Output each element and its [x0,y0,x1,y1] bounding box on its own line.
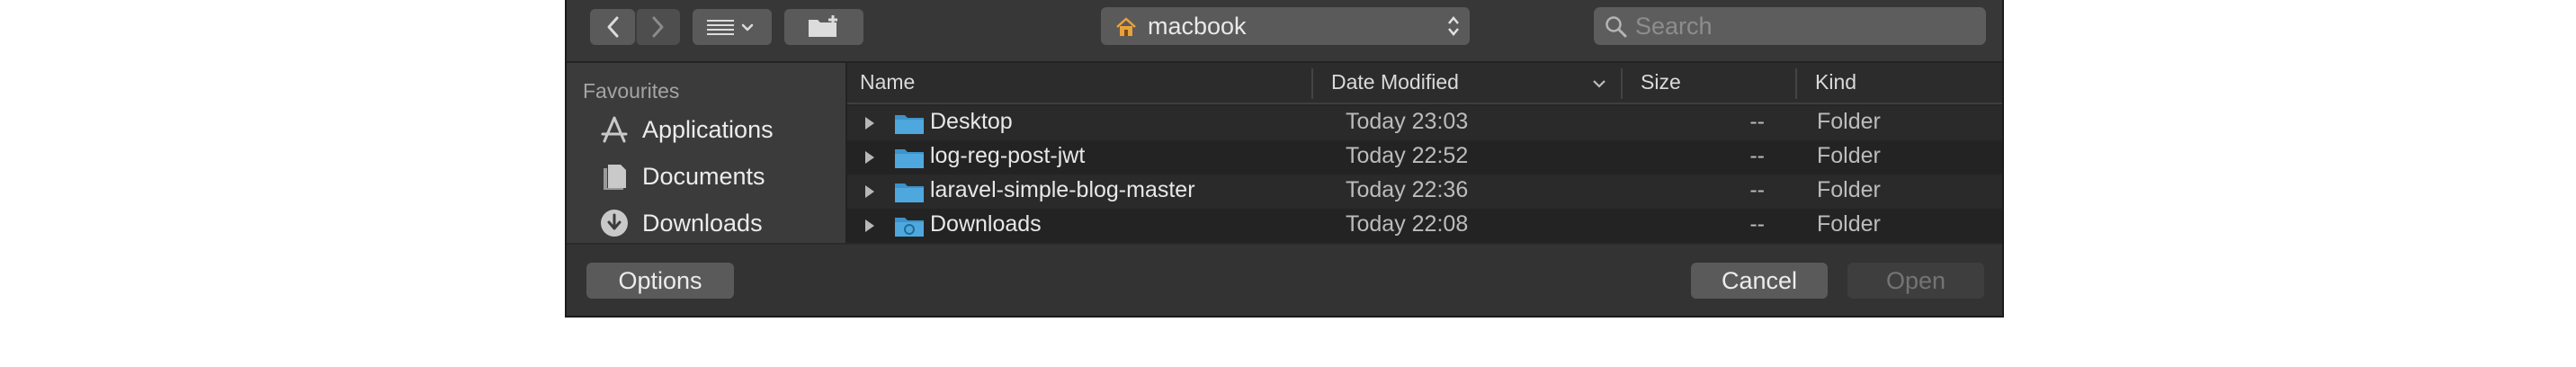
home-icon [1115,16,1137,42]
applications-icon [597,113,631,146]
search-icon [1605,15,1628,43]
folder-icon [894,112,925,139]
folder-icon [894,146,925,174]
view-options-button[interactable] [693,9,772,45]
file-list: Name Date Modified Size Kind Desktop Tod… [847,63,2002,243]
sidebar-item-downloads[interactable]: Downloads [597,205,763,241]
file-size: -- [1749,109,1765,134]
file-kind: Folder [1817,109,1881,134]
disclosure-triangle-icon[interactable] [863,184,876,204]
file-name: Desktop [930,109,1013,134]
list-view-icon [705,17,759,37]
open-button[interactable]: Open [1847,263,1984,299]
disclosure-triangle-icon[interactable] [863,149,876,170]
forward-button[interactable] [635,9,680,45]
sidebar-item-label: Documents [642,162,765,190]
sidebar-heading: Favourites [583,79,680,103]
back-button[interactable] [590,9,635,45]
file-name: log-reg-post-jwt [930,143,1086,168]
search-input[interactable] [1635,9,1977,43]
file-kind: Folder [1817,143,1881,168]
column-header-name[interactable]: Name [860,70,915,97]
documents-icon [597,160,631,192]
file-size: -- [1749,211,1765,237]
chevron-left-icon [605,15,620,39]
chevron-updown-icon [1446,14,1461,42]
file-date: Today 22:52 [1346,143,1469,168]
file-kind: Folder [1817,211,1881,237]
sidebar-item-documents[interactable]: Documents [597,158,765,194]
table-row[interactable]: laravel-simple-blog-master Today 22:36 -… [847,175,2002,209]
column-divider [1621,68,1623,99]
file-date: Today 22:08 [1346,211,1469,237]
toolbar: macbook [567,0,2002,63]
column-divider [1795,68,1797,99]
open-file-dialog: macbook Favourites [565,0,2004,318]
location-popup[interactable]: macbook [1101,7,1470,45]
new-folder-button[interactable] [784,9,863,45]
downloads-icon [597,207,631,239]
file-name: laravel-simple-blog-master [930,177,1195,202]
column-divider [1311,68,1313,99]
dialog-footer: Options Cancel Open [567,243,2002,316]
column-header-size[interactable]: Size [1641,70,1681,97]
search-field[interactable] [1594,7,1986,45]
table-row[interactable]: log-reg-post-jwt Today 22:52 -- Folder [847,140,2002,175]
sort-chevron-down-icon [1592,77,1606,94]
column-header-kind[interactable]: Kind [1815,70,1856,97]
table-row[interactable]: Desktop Today 23:03 -- Folder [847,106,2002,140]
file-name: Downloads [930,211,1042,237]
sidebar-item-label: Applications [642,115,774,143]
file-date: Today 22:36 [1346,177,1469,202]
downloads-folder-icon [894,214,925,242]
table-row[interactable]: Downloads Today 22:08 -- Folder [847,209,2002,243]
column-header-date[interactable]: Date Modified [1331,70,1459,97]
new-folder-icon [806,14,842,40]
sidebar: Favourites Applications Documents Downlo… [567,63,847,243]
file-kind: Folder [1817,177,1881,202]
disclosure-triangle-icon[interactable] [863,218,876,238]
folder-icon [894,180,925,208]
options-button[interactable]: Options [586,263,734,299]
disclosure-triangle-icon[interactable] [863,115,876,136]
file-date: Today 23:03 [1346,109,1469,134]
cancel-button[interactable]: Cancel [1691,263,1828,299]
file-size: -- [1749,177,1765,202]
file-size: -- [1749,143,1765,168]
sidebar-item-applications[interactable]: Applications [597,112,774,148]
chevron-right-icon [651,15,666,39]
location-label: macbook [1148,13,1247,40]
list-header: Name Date Modified Size Kind [847,63,2002,104]
sidebar-item-label: Downloads [642,209,763,237]
